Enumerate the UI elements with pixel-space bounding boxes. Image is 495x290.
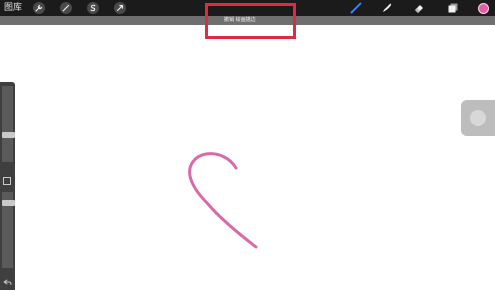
- brush-tool-button[interactable]: [350, 0, 362, 16]
- pink-brush-stroke: [188, 152, 258, 249]
- smudge-tool-button[interactable]: [381, 0, 393, 16]
- drawing-canvas[interactable]: [0, 25, 495, 290]
- floating-square-button[interactable]: [461, 100, 495, 136]
- selection-s-icon: [87, 2, 99, 14]
- left-sidebar: [0, 82, 15, 290]
- highlight-annotation-box: [205, 3, 296, 39]
- eraser-icon: [415, 5, 423, 13]
- selection-button[interactable]: [87, 0, 99, 16]
- smudge-icon: [383, 3, 392, 12]
- brush-size-slider[interactable]: [2, 86, 15, 162]
- brush-size-thumb[interactable]: [2, 132, 15, 138]
- layers-icon: [448, 3, 458, 13]
- actions-button[interactable]: [33, 0, 45, 16]
- magic-wand-icon: [60, 2, 72, 14]
- eraser-tool-button[interactable]: [413, 0, 425, 16]
- layers-tool-button[interactable]: [447, 0, 459, 16]
- floating-button-dot: [470, 110, 486, 126]
- brush-icon: [350, 2, 362, 14]
- color-swatch: [478, 2, 489, 14]
- opacity-slider[interactable]: [2, 192, 15, 268]
- wrench-icon: [33, 2, 45, 14]
- transform-button[interactable]: [114, 0, 126, 16]
- adjustments-button[interactable]: [60, 0, 72, 16]
- undo-icon[interactable]: [2, 278, 12, 288]
- modify-button[interactable]: [3, 177, 11, 185]
- color-button[interactable]: [478, 0, 489, 16]
- gallery-link[interactable]: 图库: [4, 1, 22, 15]
- transform-arrow-icon: [114, 2, 126, 14]
- opacity-thumb[interactable]: [2, 200, 15, 206]
